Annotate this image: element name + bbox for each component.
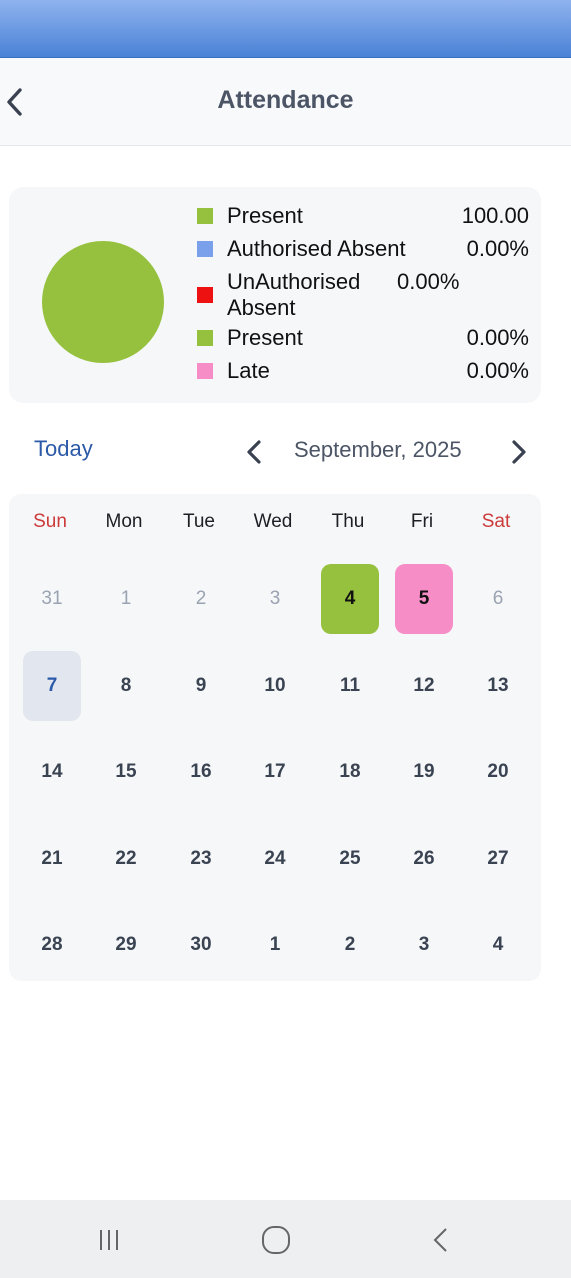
legend-item-unauthorised-absent: UnAuthorised Absent 0.00%	[197, 269, 529, 321]
weekday-fri: Fri	[410, 511, 434, 532]
legend-value: 0.00%	[466, 236, 529, 261]
legend-label: Present	[227, 203, 303, 228]
calendar-day[interactable]: 20	[469, 737, 527, 807]
month-label: September, 2025	[294, 437, 462, 462]
calendar-day[interactable]: 7	[23, 650, 81, 721]
calendar-day[interactable]: 27	[469, 824, 527, 894]
weekday-sun: Sun	[33, 511, 67, 532]
calendar-day[interactable]: 22	[97, 824, 155, 894]
calendar-day[interactable]: 6	[469, 564, 527, 634]
home-icon	[262, 1226, 290, 1254]
weekday-mon: Mon	[105, 511, 143, 532]
calendar-day[interactable]: 26	[395, 824, 453, 894]
calendar-day[interactable]: 24	[246, 824, 304, 894]
calendar-day[interactable]: 1	[97, 564, 155, 634]
legend-label: UnAuthorised Absent	[227, 269, 361, 320]
pie-slice-0	[42, 241, 164, 363]
calendar-day[interactable]: 9	[172, 651, 230, 721]
weekday-tue: Tue	[182, 511, 216, 532]
today-button[interactable]: Today	[34, 436, 93, 462]
chevron-right-icon	[512, 440, 526, 464]
calendar-day[interactable]: 3	[395, 910, 453, 980]
chevron-left-icon	[247, 440, 261, 464]
calendar-day[interactable]: 5	[395, 564, 453, 634]
legend-item-late: Late 0.00%	[197, 358, 529, 384]
recent-apps-button[interactable]	[92, 1224, 132, 1256]
calendar-day[interactable]: 8	[97, 651, 155, 721]
legend-item-present: Present 100.00	[197, 203, 529, 229]
attendance-legend: Present 100.00 Authorised Absent 0.00% U…	[197, 203, 529, 391]
weekday-thu: Thu	[331, 511, 365, 532]
legend-label: Authorised Absent	[227, 236, 406, 261]
status-bar	[0, 0, 571, 58]
calendar-day[interactable]: 12	[395, 651, 453, 721]
calendar-day[interactable]: 11	[321, 651, 379, 721]
calendar-day[interactable]: 10	[246, 651, 304, 721]
system-navigation-bar	[0, 1200, 571, 1278]
legend-label: Present	[227, 325, 303, 350]
legend-value: 0.00%	[466, 325, 529, 350]
calendar-day[interactable]: 30	[172, 910, 230, 980]
calendar-day[interactable]: 14	[23, 737, 81, 807]
calendar-day[interactable]: 3	[246, 564, 304, 634]
previous-month-button[interactable]	[243, 438, 267, 466]
legend-label: Late	[227, 358, 270, 383]
app-bar: Attendance	[0, 58, 571, 146]
calendar-day[interactable]: 19	[395, 737, 453, 807]
legend-swatch	[197, 241, 213, 257]
attendance-summary-card: Present 100.00 Authorised Absent 0.00% U…	[9, 187, 541, 403]
calendar-day[interactable]: 4	[321, 564, 379, 634]
calendar-day[interactable]: 2	[321, 910, 379, 980]
next-month-button[interactable]	[506, 438, 530, 466]
legend-item-authorised-absent: Authorised Absent 0.00%	[197, 236, 529, 262]
legend-swatch	[197, 287, 213, 303]
calendar-day[interactable]: 18	[321, 737, 379, 807]
calendar-day[interactable]: 28	[23, 910, 81, 980]
calendar-day[interactable]: 2	[172, 564, 230, 634]
calendar-day[interactable]: 1	[246, 910, 304, 980]
legend-value: 0.00%	[397, 269, 460, 294]
calendar-day[interactable]: 23	[172, 824, 230, 894]
legend-swatch	[197, 330, 213, 346]
system-back-button[interactable]	[422, 1224, 462, 1256]
page-title: Attendance	[217, 86, 354, 114]
calendar-day[interactable]: 29	[97, 910, 155, 980]
calendar-day[interactable]: 25	[321, 824, 379, 894]
calendar-day[interactable]: 13	[469, 651, 527, 721]
calendar-day[interactable]: 4	[469, 910, 527, 980]
legend-swatch	[197, 208, 213, 224]
legend-value: 100.00	[461, 203, 529, 228]
calendar-day[interactable]: 31	[23, 564, 81, 634]
month-calendar: Sun Mon Tue Wed Thu Fri Sat 31 1 2 3 4 5 6 7 8 9 10 11 12 13…	[9, 494, 541, 981]
recent-apps-icon	[100, 1230, 118, 1250]
legend-item-present-2: Present 0.00%	[197, 325, 529, 351]
calendar-day[interactable]: 15	[97, 737, 155, 807]
calendar-day[interactable]: 16	[172, 737, 230, 807]
legend-value: 0.00%	[466, 358, 529, 383]
legend-swatch	[197, 363, 213, 379]
weekday-wed: Wed	[253, 511, 293, 532]
calendar-day[interactable]: 17	[246, 737, 304, 807]
attendance-pie-chart	[42, 241, 164, 363]
calendar-day[interactable]: 21	[23, 824, 81, 894]
weekday-sat: Sat	[481, 511, 511, 532]
calendar-nav: Today September, 2025	[0, 430, 571, 472]
home-button[interactable]	[256, 1224, 296, 1256]
back-icon	[433, 1228, 447, 1252]
